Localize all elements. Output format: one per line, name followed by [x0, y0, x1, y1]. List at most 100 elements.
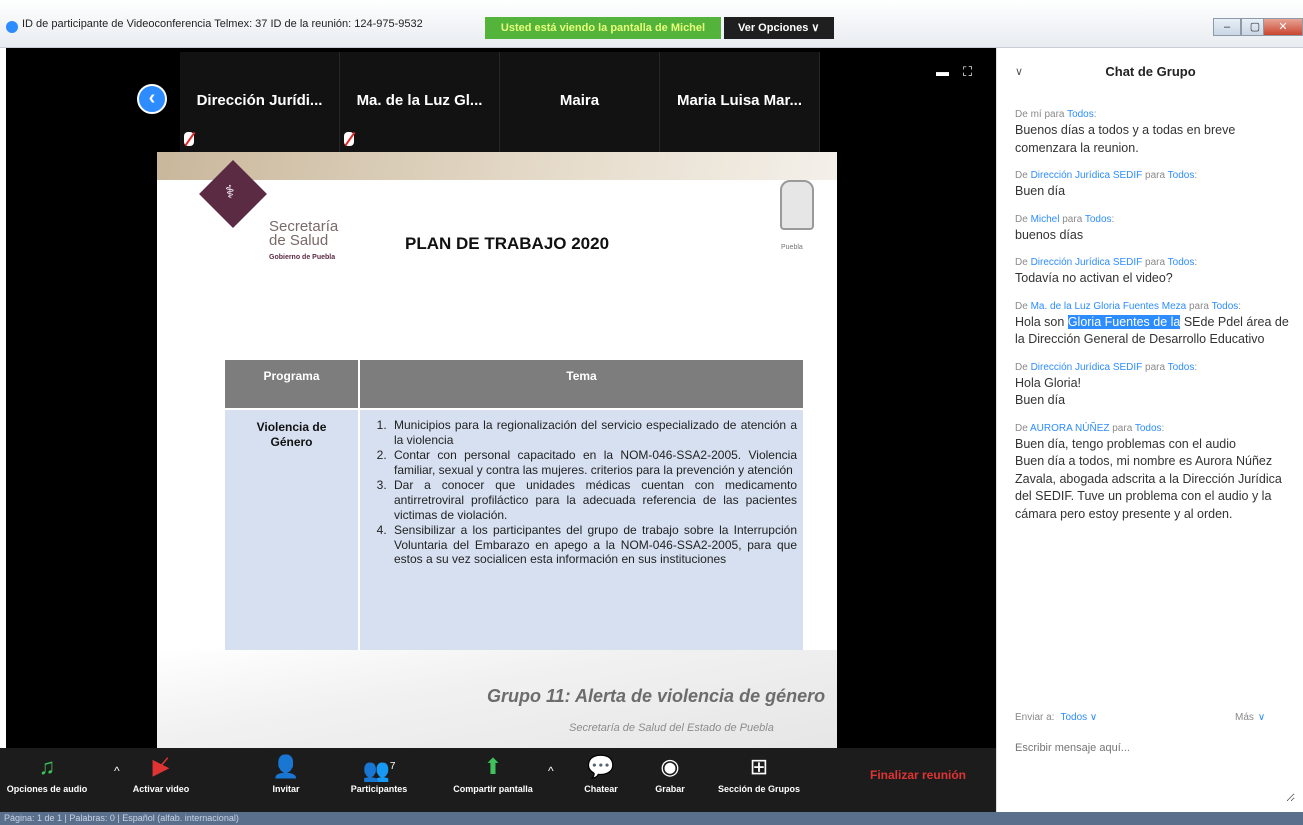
table-header-programa: Programa [225, 360, 358, 408]
record-label: Grabar [655, 784, 685, 794]
invite-button[interactable]: 👤 Invitar [262, 750, 310, 810]
more-button[interactable]: Más ∨ [1235, 712, 1265, 723]
chat-title: Chat de Grupo [1105, 64, 1196, 79]
chat-message: De AURORA NÚÑEZ para Todos: Buen día, te… [1015, 422, 1300, 524]
message-sender: Michel [1030, 213, 1060, 225]
participants-count: 7 [389, 761, 396, 772]
message-sender: Dirección Jurídica SEDIF [1030, 170, 1143, 181]
table-cell-tema: Municipios para la regionalización del s… [360, 410, 803, 652]
participant-thumbnail[interactable]: Maria Luisa Mar... [660, 52, 820, 154]
message-recipient: Todos [1167, 257, 1195, 268]
message-meta: De AURORA NÚÑEZ para Todos: [1015, 422, 1165, 434]
mic-muted-icon [184, 132, 194, 146]
seal-label: Puebla [781, 244, 803, 251]
chat-label: Chatear [584, 784, 618, 794]
minimize-button[interactable]: – [1213, 18, 1241, 36]
message-recipient: Todos [1134, 422, 1162, 434]
send-to-label: Enviar a: [1015, 712, 1055, 723]
share-menu-caret-icon[interactable]: ^ [548, 764, 554, 778]
chat-button[interactable]: 💬 Chatear [576, 750, 626, 810]
group-title: Grupo 11: Alerta de violencia de género [487, 686, 826, 706]
audio-menu-caret-icon[interactable]: ^ [114, 764, 120, 778]
state-seal-icon [780, 180, 814, 230]
audio-options-button[interactable]: ♫ Opciones de audio [4, 750, 90, 810]
chat-message-input[interactable] [1015, 742, 1295, 802]
chat-message-list: De mí para Todos: Buenos días a todos y … [1015, 108, 1300, 535]
breakout-rooms-button[interactable]: ⊞ Sección de Grupos [706, 750, 812, 810]
selected-text: Gloria Fuentes de la [1067, 314, 1181, 329]
end-meeting-button[interactable]: Finalizar reunión [870, 768, 966, 782]
table-header-tema: Tema [360, 360, 803, 408]
message-sender: Ma. de la Luz Gloria Fuentes Meza [1030, 300, 1187, 312]
app-icon [6, 21, 18, 33]
invite-label: Invitar [272, 784, 300, 794]
presentation-slide: ⚕ Secretaría de Salud Gobierno de Puebla… [157, 152, 837, 748]
ministry-name-line2: de Salud [269, 232, 329, 249]
participant-name: Maira [559, 92, 600, 109]
view-options-button[interactable]: Ver Opciones ∨ [724, 17, 834, 39]
participant-thumbnail[interactable]: Dirección Jurídi... [180, 52, 340, 154]
share-screen-label: Compartir pantalla [453, 784, 533, 794]
message-text: Buenos días a todos y a todas en breve c… [1015, 123, 1236, 155]
chat-message: De mí para Todos: Buenos días a todos y … [1015, 108, 1300, 157]
record-icon: ◉ [660, 754, 680, 779]
invite-icon: 👤 [272, 754, 300, 779]
participant-name: Ma. de la Luz Gl... [356, 92, 483, 109]
breakout-rooms-label: Sección de Grupos [717, 784, 801, 794]
participant-thumbnail[interactable]: Ma. de la Luz Gl... [340, 52, 500, 154]
window-title: ID de participante de Videoconferencia T… [22, 18, 423, 30]
start-video-button[interactable]: ▶̸ Activar video [126, 750, 196, 810]
view-controls: ▬ ⛶ [936, 64, 986, 80]
list-item: Dar a conocer que unidades médicas cuent… [390, 478, 797, 522]
table-cell-programa: Violencia de Género [225, 410, 358, 652]
participants-button[interactable]: 👥7 Participantes [344, 750, 414, 810]
message-recipient: Todos [1084, 213, 1112, 225]
chat-bubble-icon: 💬 [587, 754, 615, 779]
message-sender: Dirección Jurídica SEDIF [1030, 361, 1143, 373]
headphones-icon: ♫ [38, 754, 56, 779]
message-text: Buen día [1015, 184, 1066, 198]
breakout-grid-icon: ⊞ [749, 754, 769, 779]
share-screen-button[interactable]: ⬆ Compartir pantalla [438, 750, 548, 810]
zoom-window: ID de participante de Videoconferencia T… [0, 0, 1303, 825]
group-chat-panel: ∨ Chat de Grupo De mí para Todos: Buenos… [996, 48, 1303, 812]
message-meta: De Dirección Jurídica SEDIF para Todos: [1015, 361, 1198, 373]
back-arrow-icon[interactable]: ‹ [137, 84, 167, 114]
chat-message: De Dirección Jurídica SEDIF para Todos: … [1015, 256, 1300, 288]
send-to-control: Enviar a: Todos ∨ [1015, 712, 1097, 723]
chat-message: De Ma. de la Luz Gloria Fuentes Meza par… [1015, 300, 1300, 349]
shared-screen-area: ‹ Dirección Jurídi... Ma. de la Luz Gl..… [6, 48, 996, 748]
participant-name: Dirección Jurídi... [196, 92, 323, 109]
message-recipient: Todos [1167, 361, 1195, 373]
chat-message: De Michel para Todos: buenos días [1015, 213, 1300, 245]
mic-muted-icon [344, 132, 354, 146]
participants-label: Participantes [350, 784, 408, 794]
layout-icon[interactable]: ▬ [936, 64, 949, 79]
message-recipient: Todos [1167, 170, 1195, 181]
video-off-icon: ▶̸ [152, 754, 170, 779]
audio-options-label: Opciones de audio [6, 784, 88, 794]
title-bar: ID de participante de Videoconferencia T… [0, 0, 1303, 48]
tema-list: Municipios para la regionalización del s… [384, 418, 797, 567]
slide-header-band [157, 152, 837, 180]
message-meta: De Michel para Todos: [1015, 213, 1115, 225]
message-text-part: Hola son [1015, 314, 1068, 329]
fullscreen-icon[interactable]: ⛶ [963, 64, 972, 79]
message-recipient: Todos [1211, 300, 1239, 312]
chat-message: De Dirección Jurídica SEDIF para Todos: … [1015, 169, 1300, 201]
message-meta: De Ma. de la Luz Gloria Fuentes Meza par… [1015, 300, 1242, 312]
message-sender: mí [1030, 109, 1042, 120]
participant-thumbnail[interactable]: Maira [500, 52, 660, 154]
message-text: Buen día, tengo problemas con el audio B… [1015, 436, 1282, 521]
share-screen-icon: ⬆ [483, 754, 503, 779]
message-recipient: Todos [1067, 109, 1094, 120]
ministry-name: Secretaría de Salud Gobierno de Puebla [269, 219, 338, 265]
slide-title: PLAN DE TRABAJO 2020 [405, 234, 610, 253]
list-item: Municipios para la regionalización del s… [390, 418, 797, 447]
close-button[interactable]: ✕ [1263, 18, 1303, 36]
message-text: buenos días [1015, 227, 1084, 242]
participant-name: Maria Luisa Mar... [676, 92, 803, 109]
record-button[interactable]: ◉ Grabar [648, 750, 692, 810]
chat-message: De Dirección Jurídica SEDIF para Todos: … [1015, 361, 1300, 410]
send-to-dropdown[interactable]: Todos ∨ [1060, 712, 1097, 723]
